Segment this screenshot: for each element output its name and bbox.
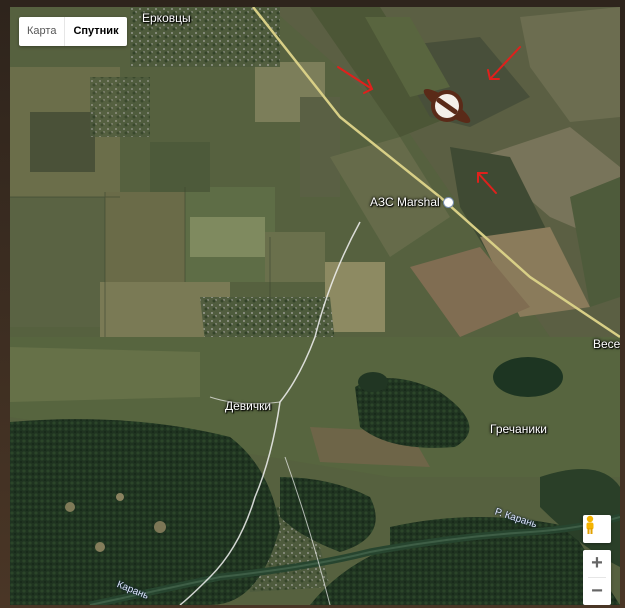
place-label-devichki: Девички bbox=[225, 399, 272, 413]
place-label-vese: Весе bbox=[593, 337, 620, 351]
satellite-map[interactable]: Карта Спутник Ерковцы АЗС Marshal Девичк… bbox=[10, 7, 620, 605]
propeller-marker-icon bbox=[423, 88, 471, 124]
gas-station-icon bbox=[442, 196, 454, 208]
place-label-grechaniki: Гречаники bbox=[490, 422, 547, 436]
arrow-bottom bbox=[477, 172, 497, 194]
red-arrows-annotation bbox=[337, 46, 521, 194]
map-type-satellite-button[interactable]: Спутник bbox=[64, 17, 126, 46]
arrow-right bbox=[489, 46, 521, 80]
street-view-pegman-button[interactable] bbox=[583, 515, 611, 543]
map-type-map-button[interactable]: Карта bbox=[19, 17, 64, 46]
zoom-out-button[interactable]: − bbox=[583, 578, 611, 605]
map-type-control: Карта Спутник bbox=[19, 17, 127, 46]
place-label-erkovtsy: Ерковцы bbox=[142, 11, 191, 25]
arrow-left bbox=[337, 66, 373, 90]
zoom-control: + − bbox=[583, 550, 611, 605]
poi-azs-marshal[interactable]: АЗС Marshal bbox=[370, 195, 454, 209]
poi-label: АЗС Marshal bbox=[370, 195, 440, 209]
zoom-in-button[interactable]: + bbox=[583, 550, 611, 577]
pegman-icon bbox=[586, 515, 594, 534]
